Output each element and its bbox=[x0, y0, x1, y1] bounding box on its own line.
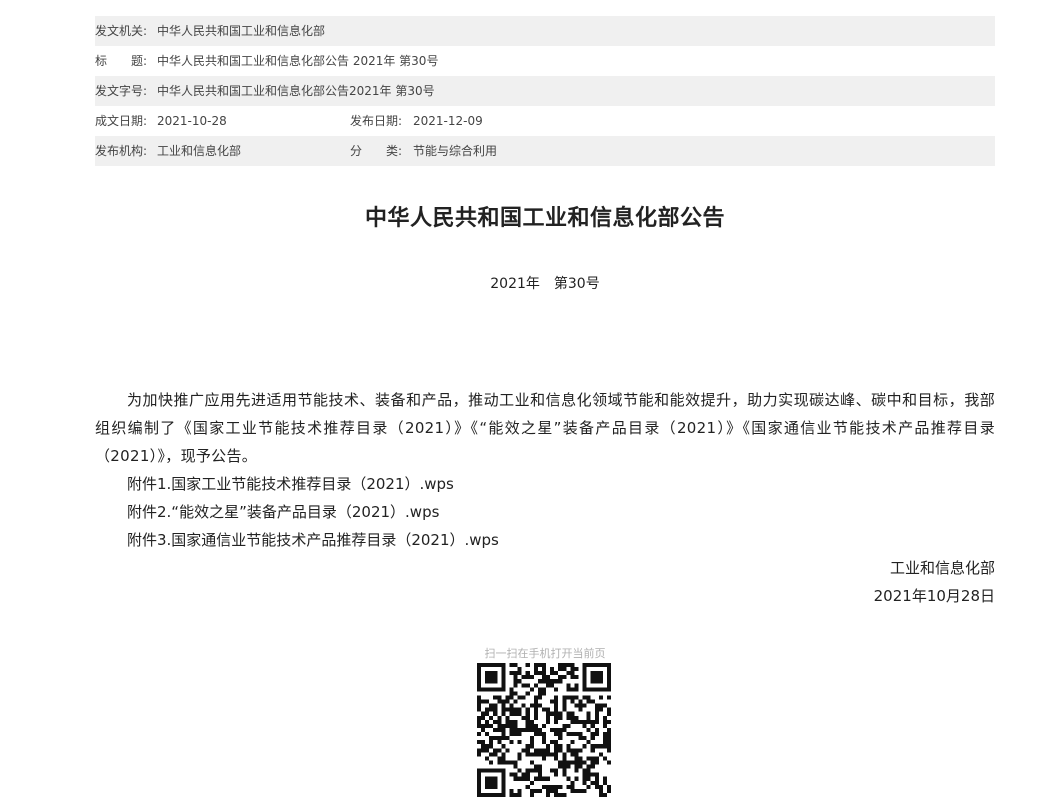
written-date-value: 2021-10-28 bbox=[157, 114, 227, 128]
meta-row-org: 发布机构: 工业和信息化部 分 类: 节能与综合利用 bbox=[95, 136, 995, 166]
attachment-3-link[interactable]: 附件3.国家通信业节能技术产品推荐目录（2021）.wps bbox=[127, 531, 499, 549]
meta-row-title: 标 题: 中华人民共和国工业和信息化部公告 2021年 第30号 bbox=[95, 46, 995, 76]
announcement-paragraph: 为加快推广应用先进适用节能技术、装备和产品，推动工业和信息化领域节能和能效提升，… bbox=[95, 391, 995, 465]
meta-row-docnum: 发文字号: 中华人民共和国工业和信息化部公告2021年 第30号 bbox=[95, 76, 995, 106]
sign-date: 2021年10月28日 bbox=[873, 587, 995, 605]
document-number: 2021年 第30号 bbox=[490, 276, 600, 292]
meta-row-issuer: 发文机关: 中华人民共和国工业和信息化部 bbox=[95, 16, 995, 46]
qr-label: 扫一扫在手机打开当前页 bbox=[484, 647, 606, 660]
attachment-1-link[interactable]: 附件1.国家工业节能技术推荐目录（2021）.wps bbox=[127, 475, 454, 493]
category-value: 节能与综合利用 bbox=[413, 144, 498, 158]
attachment-2-link[interactable]: 附件2.“能效之星”装备产品目录（2021）.wps bbox=[127, 503, 439, 521]
publish-date-value: 2021-12-09 bbox=[413, 114, 483, 128]
issuer-label: 发文机关: bbox=[95, 24, 148, 38]
publish-date-label: 发布日期: bbox=[350, 114, 403, 128]
attachment-1: 附件1.国家工业节能技术推荐目录（2021）.wps bbox=[95, 470, 995, 498]
meta-row-dates: 成文日期: 2021-10-28 发布日期: 2021-12-09 bbox=[95, 106, 995, 136]
title-value: 中华人民共和国工业和信息化部公告 2021年 第30号 bbox=[157, 54, 439, 68]
org-label: 发布机构: bbox=[95, 144, 148, 158]
issuer-value: 中华人民共和国工业和信息化部 bbox=[157, 24, 326, 38]
attachment-2: 附件2.“能效之星”装备产品目录（2021）.wps bbox=[95, 498, 995, 526]
docnum-value: 中华人民共和国工业和信息化部公告2021年 第30号 bbox=[157, 84, 435, 98]
docnum-label: 发文字号: bbox=[95, 84, 148, 98]
document-metadata: 发文机关: 中华人民共和国工业和信息化部 标 题: 中华人民共和国工业和信息化部… bbox=[95, 16, 995, 166]
document-body: 为加快推广应用先进适用节能技术、装备和产品，推动工业和信息化领域节能和能效提升，… bbox=[95, 386, 995, 610]
attachment-3: 附件3.国家通信业节能技术产品推荐目录（2021）.wps bbox=[95, 526, 995, 554]
title-label: 标 题: bbox=[95, 54, 148, 68]
category-label: 分 类: bbox=[350, 144, 403, 158]
qr-code-icon bbox=[477, 663, 611, 797]
signer: 工业和信息化部 bbox=[889, 559, 995, 577]
org-value: 工业和信息化部 bbox=[157, 144, 242, 158]
document-title: 中华人民共和国工业和信息化部公告 bbox=[364, 206, 725, 231]
written-date-label: 成文日期: bbox=[95, 114, 148, 128]
